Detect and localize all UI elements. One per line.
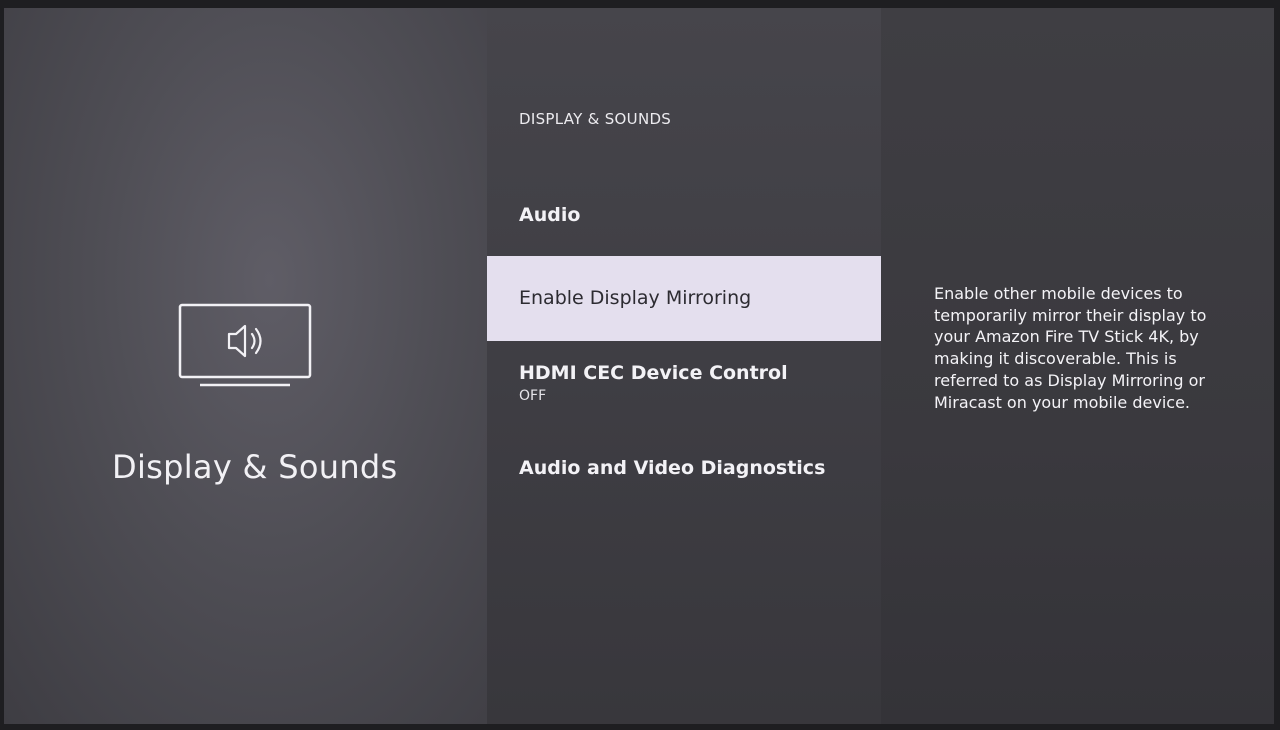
category-pane: Display & Sounds [4,8,487,724]
menu-item-display-mirroring[interactable]: Enable Display Mirroring [487,256,881,341]
menu-item-label: HDMI CEC Device Control [519,362,788,384]
description-pane: Enable other mobile devices to temporari… [881,8,1274,724]
menu-item-label: Audio and Video Diagnostics [519,457,826,479]
tv-screen: Display & Sounds DISPLAY & SOUNDS Audio … [4,8,1274,724]
item-description: Enable other mobile devices to temporari… [934,284,1207,412]
menu-item-av-diagnostics[interactable]: Audio and Video Diagnostics [487,457,881,479]
menu-item-audio[interactable]: Audio [487,204,881,226]
settings-menu: DISPLAY & SOUNDS Audio Enable Display Mi… [487,8,881,724]
category-title: Display & Sounds [112,448,398,486]
menu-item-hdmi-cec[interactable]: HDMI CEC Device Control OFF [487,362,881,404]
menu-item-status: OFF [519,388,547,404]
menu-item-label: Enable Display Mirroring [519,287,752,309]
tv-speaker-icon [178,303,314,393]
menu-item-label: Audio [519,204,581,226]
section-header: DISPLAY & SOUNDS [519,110,672,128]
